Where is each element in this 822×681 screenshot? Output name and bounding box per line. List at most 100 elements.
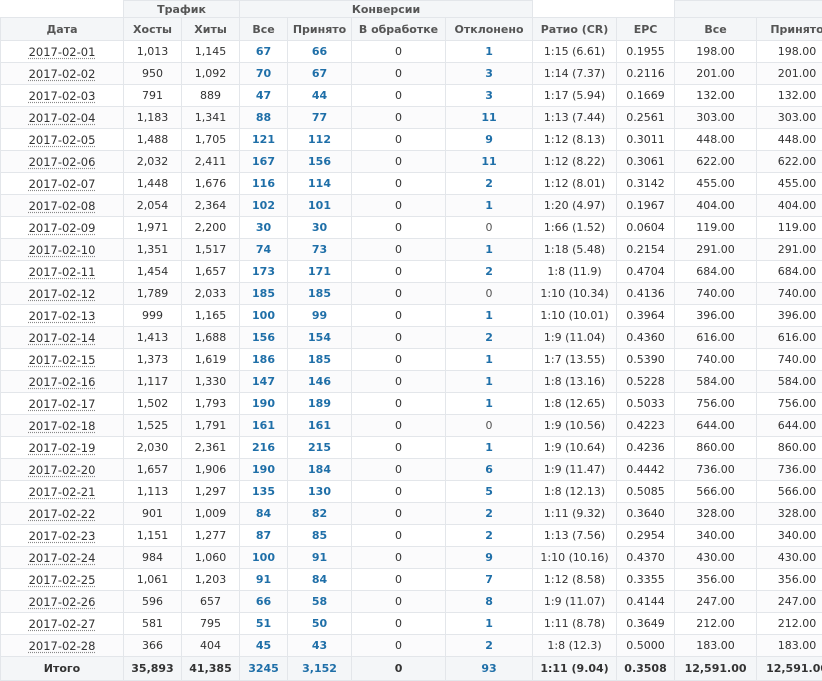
accepted-cell[interactable]: 58 (288, 591, 352, 613)
rejected-cell[interactable]: 2 (446, 173, 533, 195)
accepted-cell[interactable]: 161 (288, 415, 352, 437)
accepted-cell[interactable]: 77 (288, 107, 352, 129)
rejected-cell[interactable]: 3 (446, 85, 533, 107)
date-cell[interactable]: 2017-02-05 (1, 129, 124, 151)
all-conversions-cell[interactable]: 190 (240, 459, 288, 481)
col-fin-all[interactable]: Все (675, 18, 757, 41)
accepted-cell[interactable]: 50 (288, 613, 352, 635)
all-conversions-cell[interactable]: 70 (240, 63, 288, 85)
accepted-cell[interactable]: 91 (288, 547, 352, 569)
accepted-cell[interactable]: 85 (288, 525, 352, 547)
all-conversions-cell[interactable]: 87 (240, 525, 288, 547)
accepted-cell[interactable]: 156 (288, 151, 352, 173)
accepted-cell[interactable]: 114 (288, 173, 352, 195)
rejected-cell[interactable]: 2 (446, 327, 533, 349)
col-accepted[interactable]: Принято (288, 18, 352, 41)
all-conversions-cell[interactable]: 116 (240, 173, 288, 195)
all-conversions-cell[interactable]: 135 (240, 481, 288, 503)
all-conversions-cell[interactable]: 100 (240, 305, 288, 327)
date-cell[interactable]: 2017-02-24 (1, 547, 124, 569)
rejected-cell[interactable]: 5 (446, 481, 533, 503)
accepted-cell[interactable]: 146 (288, 371, 352, 393)
rejected-cell[interactable]: 6 (446, 459, 533, 481)
rejected-cell[interactable]: 1 (446, 349, 533, 371)
rejected-cell[interactable]: 1 (446, 41, 533, 63)
date-cell[interactable]: 2017-02-01 (1, 41, 124, 63)
all-conversions-cell[interactable]: 190 (240, 393, 288, 415)
accepted-cell[interactable]: 185 (288, 349, 352, 371)
all-conversions-cell[interactable]: 88 (240, 107, 288, 129)
accepted-cell[interactable]: 189 (288, 393, 352, 415)
accepted-cell[interactable]: 130 (288, 481, 352, 503)
rejected-cell[interactable]: 8 (446, 591, 533, 613)
col-rejected[interactable]: Отклонено (446, 18, 533, 41)
accepted-cell[interactable]: 66 (288, 41, 352, 63)
all-conversions-cell[interactable]: 67 (240, 41, 288, 63)
accepted-cell[interactable]: 43 (288, 635, 352, 657)
all-conversions-cell[interactable]: 161 (240, 415, 288, 437)
date-cell[interactable]: 2017-02-14 (1, 327, 124, 349)
rejected-cell[interactable]: 1 (446, 371, 533, 393)
accepted-cell[interactable]: 99 (288, 305, 352, 327)
date-cell[interactable]: 2017-02-10 (1, 239, 124, 261)
accepted-cell[interactable]: 82 (288, 503, 352, 525)
rejected-cell[interactable]: 1 (446, 195, 533, 217)
all-conversions-cell[interactable]: 84 (240, 503, 288, 525)
col-ratio[interactable]: Ратио (CR) (533, 18, 617, 41)
rejected-cell[interactable]: 2 (446, 525, 533, 547)
accepted-cell[interactable]: 171 (288, 261, 352, 283)
rejected-cell[interactable]: 2 (446, 261, 533, 283)
all-conversions-cell[interactable]: 91 (240, 569, 288, 591)
rejected-cell[interactable]: 1 (446, 305, 533, 327)
rejected-cell[interactable]: 1 (446, 437, 533, 459)
rejected-cell[interactable]: 2 (446, 635, 533, 657)
date-cell[interactable]: 2017-02-07 (1, 173, 124, 195)
rejected-cell[interactable]: 1 (446, 393, 533, 415)
date-cell[interactable]: 2017-02-06 (1, 151, 124, 173)
all-conversions-cell[interactable]: 66 (240, 591, 288, 613)
date-cell[interactable]: 2017-02-11 (1, 261, 124, 283)
date-cell[interactable]: 2017-02-22 (1, 503, 124, 525)
rejected-cell[interactable]: 3 (446, 63, 533, 85)
col-hosts[interactable]: Хосты (124, 18, 182, 41)
col-epc[interactable]: EPC (617, 18, 675, 41)
date-cell[interactable]: 2017-02-16 (1, 371, 124, 393)
all-conversions-cell[interactable]: 30 (240, 217, 288, 239)
accepted-cell[interactable]: 154 (288, 327, 352, 349)
date-cell[interactable]: 2017-02-25 (1, 569, 124, 591)
all-conversions-cell[interactable]: 74 (240, 239, 288, 261)
rejected-cell[interactable]: 9 (446, 547, 533, 569)
all-conversions-cell[interactable]: 216 (240, 437, 288, 459)
all-conversions-cell[interactable]: 173 (240, 261, 288, 283)
date-cell[interactable]: 2017-02-18 (1, 415, 124, 437)
date-cell[interactable]: 2017-02-02 (1, 63, 124, 85)
all-conversions-cell[interactable]: 121 (240, 129, 288, 151)
date-cell[interactable]: 2017-02-03 (1, 85, 124, 107)
accepted-cell[interactable]: 185 (288, 283, 352, 305)
date-cell[interactable]: 2017-02-27 (1, 613, 124, 635)
date-cell[interactable]: 2017-02-23 (1, 525, 124, 547)
accepted-cell[interactable]: 215 (288, 437, 352, 459)
col-hits[interactable]: Хиты (182, 18, 240, 41)
date-cell[interactable]: 2017-02-20 (1, 459, 124, 481)
accepted-cell[interactable]: 67 (288, 63, 352, 85)
totals-rejected[interactable]: 93 (446, 657, 533, 681)
rejected-cell[interactable]: 11 (446, 151, 533, 173)
date-cell[interactable]: 2017-02-26 (1, 591, 124, 613)
accepted-cell[interactable]: 30 (288, 217, 352, 239)
date-cell[interactable]: 2017-02-08 (1, 195, 124, 217)
all-conversions-cell[interactable]: 167 (240, 151, 288, 173)
all-conversions-cell[interactable]: 102 (240, 195, 288, 217)
rejected-cell[interactable]: 9 (446, 129, 533, 151)
rejected-cell[interactable]: 1 (446, 613, 533, 635)
rejected-cell[interactable]: 11 (446, 107, 533, 129)
rejected-cell[interactable]: 1 (446, 239, 533, 261)
all-conversions-cell[interactable]: 51 (240, 613, 288, 635)
rejected-cell[interactable]: 7 (446, 569, 533, 591)
date-cell[interactable]: 2017-02-04 (1, 107, 124, 129)
accepted-cell[interactable]: 73 (288, 239, 352, 261)
accepted-cell[interactable]: 101 (288, 195, 352, 217)
all-conversions-cell[interactable]: 147 (240, 371, 288, 393)
col-processing[interactable]: В обработке (352, 18, 446, 41)
date-cell[interactable]: 2017-02-28 (1, 635, 124, 657)
